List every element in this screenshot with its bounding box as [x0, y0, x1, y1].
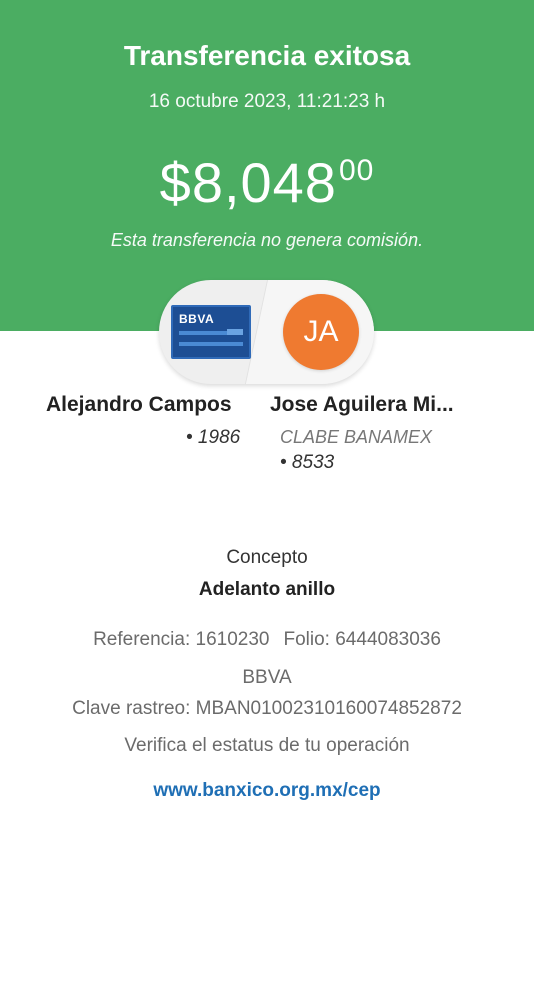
- transfer-direction-badge: BBVA JA: [159, 280, 374, 384]
- amount-main: $8,048: [159, 151, 337, 214]
- recipient-name: Jose Aguilera Mi...: [270, 393, 454, 416]
- tracking-key: Clave rastreo: MBAN01002310160074852872: [72, 698, 462, 719]
- card-stripe: [179, 342, 243, 346]
- origin-bank: BBVA: [242, 667, 292, 688]
- banxico-cep-link[interactable]: www.banxico.org.mx/cep: [0, 780, 534, 802]
- recipient-bank: CLABE BANAMEX: [280, 427, 433, 447]
- concept-value: Adelanto anillo: [198, 579, 336, 600]
- concept-label: Concepto: [226, 547, 308, 568]
- card-chip: [227, 329, 243, 335]
- recipient-avatar: JA: [283, 294, 359, 370]
- reference-row: Referencia: 1610230 Folio: 6444083036: [0, 629, 534, 651]
- sender-name: Alejandro Campos: [46, 393, 232, 416]
- bank-card-icon: BBVA: [171, 305, 251, 359]
- transfer-datetime: 16 octubre 2023, 11:21:23 h: [148, 91, 386, 112]
- recipient-account: • 8533: [280, 452, 335, 473]
- page-title: Transferencia exitosa: [123, 40, 411, 71]
- no-fee-notice: Esta transferencia no genera comisión.: [110, 230, 424, 250]
- amount-cents: 00: [338, 154, 375, 187]
- reference-number: Referencia: 1610230: [93, 629, 270, 650]
- folio-number: Folio: 6444083036: [283, 629, 441, 650]
- sender-account: • 1986: [186, 427, 241, 448]
- transfer-amount: $8,04800: [0, 150, 534, 215]
- verify-status-text: Verifica el estatus de tu operación: [124, 735, 410, 756]
- card-brand-label: BBVA: [179, 312, 215, 326]
